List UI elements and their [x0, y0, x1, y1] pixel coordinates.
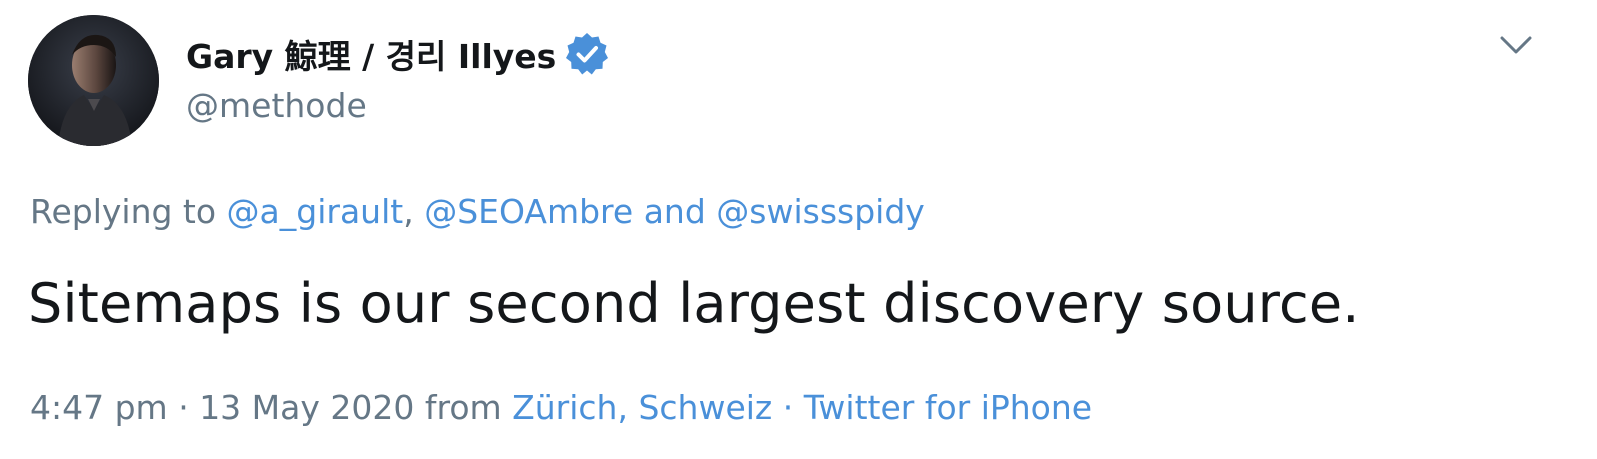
tweet-time[interactable]: 4:47 pm [30, 388, 168, 427]
author-name-row[interactable]: Gary 鯨理 / 경리 Illyes [186, 30, 610, 78]
mention-link[interactable]: @SEOAmbre [424, 192, 633, 231]
tweet-meta: 4:47 pm · 13 May 2020 from Zürich, Schwe… [30, 388, 1092, 427]
chevron-down-icon[interactable] [1498, 30, 1534, 60]
author-display-name[interactable]: Gary 鯨理 / 경리 Illyes [186, 30, 556, 78]
tweet-text: Sitemaps is our second largest discovery… [28, 272, 1360, 335]
and-link[interactable]: and [633, 192, 716, 231]
meta-separator: · [167, 388, 200, 427]
location-link[interactable]: Zürich, Schweiz [512, 388, 772, 427]
avatar[interactable] [28, 15, 159, 146]
from-label: from [414, 388, 513, 427]
tweet-date[interactable]: 13 May 2020 [199, 388, 414, 427]
mention-link[interactable]: @swissspidy [716, 192, 925, 231]
author-handle[interactable]: @methode [186, 86, 367, 125]
source-link[interactable]: Twitter for iPhone [804, 388, 1092, 427]
replying-to-label: Replying to [30, 192, 227, 231]
verified-badge-icon [566, 33, 609, 75]
avatar-image [28, 15, 159, 146]
mention-link[interactable]: @a_girault [227, 192, 404, 231]
replying-to-line: Replying to @a_girault, @SEOAmbre and @s… [30, 192, 925, 231]
meta-separator: · [772, 388, 804, 427]
separator: , [403, 192, 425, 231]
